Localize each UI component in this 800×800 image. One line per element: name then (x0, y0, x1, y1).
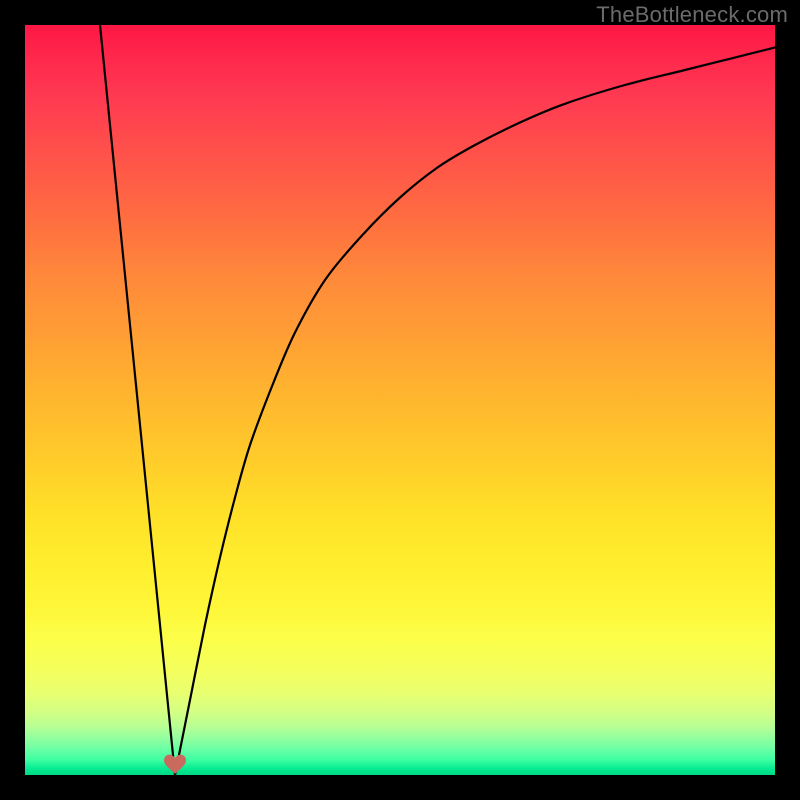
curve-left-branch (100, 25, 175, 775)
heart-icon (161, 753, 189, 775)
plot-area (25, 25, 775, 775)
heart-marker (161, 753, 189, 775)
curve-right-branch (175, 48, 775, 776)
chart-frame: TheBottleneck.com (0, 0, 800, 800)
bottleneck-curve (25, 25, 775, 775)
